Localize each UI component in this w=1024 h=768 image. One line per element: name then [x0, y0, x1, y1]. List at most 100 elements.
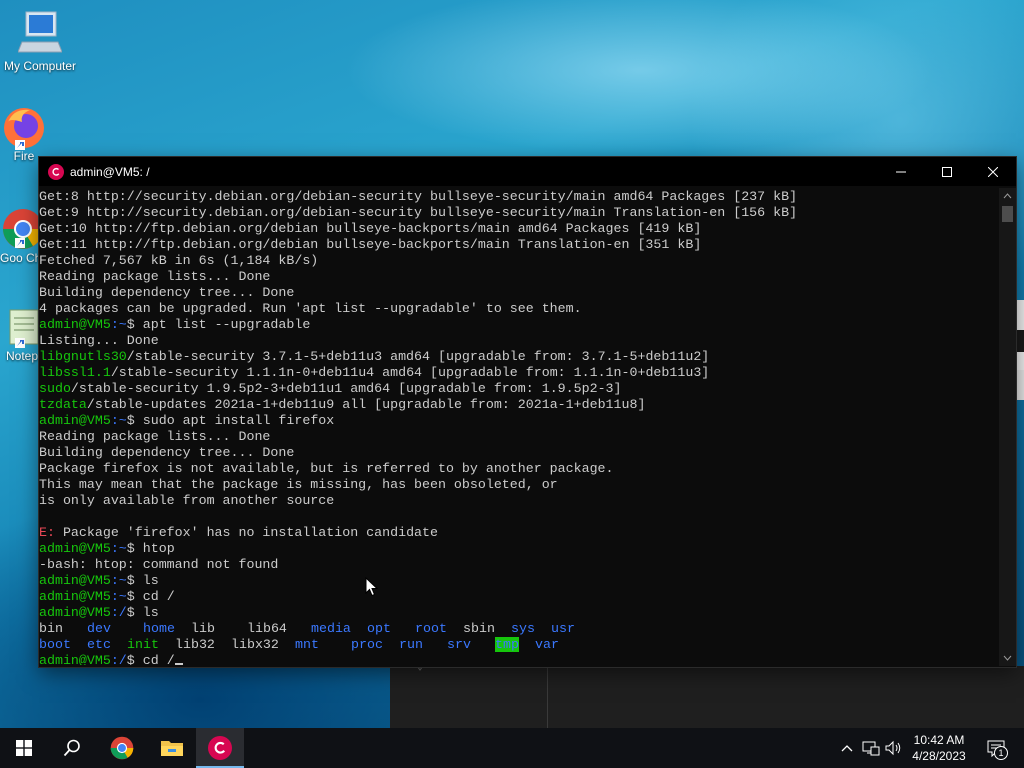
- ls-entry: mnt: [295, 637, 319, 652]
- prompt-path: :/: [110, 605, 127, 620]
- ls-entry: boot: [39, 637, 71, 652]
- prompt-user: admin@VM5: [39, 605, 111, 620]
- ls-entry-highlighted: tmp: [495, 637, 519, 652]
- desktop-icon-my-computer[interactable]: My Computer: [0, 10, 80, 73]
- chevron-up-icon: [841, 745, 853, 752]
- prompt-command: $ cd /: [126, 589, 175, 604]
- ls-entry: var: [535, 637, 559, 652]
- ls-entry: lib64: [247, 621, 287, 636]
- ls-entry: sys: [511, 621, 535, 636]
- package-line: sudo/stable-security 1.9.5p2-3+deb11u1 a…: [39, 381, 999, 397]
- search-button[interactable]: [48, 728, 96, 768]
- ls-entry: lib32: [175, 637, 215, 652]
- start-button[interactable]: [0, 728, 48, 768]
- prompt-user: admin@VM5: [39, 589, 111, 604]
- clock-time: 10:42 AM: [913, 733, 965, 747]
- prompt-path: :~: [110, 541, 127, 556]
- maximize-icon: [942, 166, 952, 177]
- chevron-down-icon: [1003, 655, 1012, 661]
- ls-output-row: bin dev home lib lib64 media opt root sbin sys usr: [39, 621, 999, 637]
- terminal-line: Reading package lists... Done: [39, 429, 271, 444]
- prompt-command: $ htop: [126, 541, 175, 556]
- prompt-user: admin@VM5: [39, 541, 111, 556]
- window-controls: [878, 157, 1016, 186]
- taskbar-debian-terminal[interactable]: [196, 728, 244, 768]
- ls-entry: init: [127, 637, 159, 652]
- background-window-edge-light: [1016, 370, 1024, 400]
- package-line: tzdata/stable-updates 2021a-1+deb11u9 al…: [39, 397, 999, 413]
- background-window-divider: [547, 666, 548, 728]
- error-line: E: Package 'firefox' has no installation…: [39, 525, 999, 541]
- prompt-line: admin@VM5:/$ cd /: [39, 653, 999, 665]
- package-details: /stable-security 1.9.5p2-3+deb11u1 amd64…: [70, 381, 622, 396]
- ls-entry: bin: [39, 621, 63, 636]
- prompt-path: :~: [110, 317, 127, 332]
- terminal-output[interactable]: Get:8 http://security.debian.org/debian-…: [39, 189, 999, 665]
- prompt-path: :~: [110, 589, 127, 604]
- prompt-line: admin@VM5:~$ apt list --upgradable: [39, 317, 999, 333]
- notification-count-badge: 1: [994, 746, 1008, 760]
- terminal-line: is only available from another source: [39, 493, 335, 508]
- windows-icon: [16, 740, 32, 756]
- desktop-icon-firefox[interactable]: Fire: [0, 104, 48, 163]
- folder-icon: [161, 741, 183, 756]
- terminal-line: Listing... Done: [39, 333, 159, 348]
- chrome-icon: [110, 736, 134, 760]
- prompt-line: admin@VM5:~$ sudo apt install firefox: [39, 413, 999, 429]
- package-details: /stable-security 3.7.1-5+deb11u3 amd64 […: [126, 349, 710, 364]
- prompt-command: $ ls: [126, 605, 159, 620]
- prompt-line: admin@VM5:~$ ls: [39, 573, 999, 589]
- package-name: libgnutls30: [39, 349, 127, 364]
- terminal-line: Reading package lists... Done: [39, 269, 271, 284]
- ls-entry: usr: [551, 621, 575, 636]
- network-button[interactable]: [860, 728, 882, 768]
- prompt-command: $ apt list --upgradable: [126, 317, 311, 332]
- ls-entry: srv: [447, 637, 471, 652]
- prompt-user: admin@VM5: [39, 413, 111, 428]
- package-line: libgnutls30/stable-security 3.7.1-5+deb1…: [39, 349, 999, 365]
- ls-entry: home: [143, 621, 175, 636]
- ls-entry: media: [311, 621, 351, 636]
- terminal-line: Building dependency tree... Done: [39, 285, 295, 300]
- show-hidden-icons-button[interactable]: [838, 728, 856, 768]
- volume-button[interactable]: [884, 728, 904, 768]
- terminal-line: Get:11 http://ftp.debian.org/debian bull…: [39, 237, 702, 252]
- terminal-titlebar[interactable]: admin@VM5: /: [39, 157, 1016, 186]
- minimize-button[interactable]: [878, 157, 924, 186]
- terminal-line: Package firefox is not available, but is…: [39, 461, 614, 476]
- scroll-down-button[interactable]: [999, 650, 1016, 666]
- terminal-window[interactable]: admin@VM5: / Get:8 http://security.debia…: [39, 157, 1016, 667]
- ls-entry-wrapper: tmp: [495, 637, 535, 653]
- computer-icon: [17, 11, 63, 53]
- terminal-line: This may mean that the package is missin…: [39, 477, 558, 492]
- prompt-line: admin@VM5:~$ cd /: [39, 589, 999, 605]
- taskbar-clock[interactable]: 10:42 AM 4/28/2023: [905, 732, 973, 764]
- clock-date: 4/28/2023: [912, 749, 966, 763]
- close-button[interactable]: [970, 157, 1016, 186]
- scrollbar-thumb[interactable]: [1002, 206, 1013, 222]
- taskbar: 10:42 AM 4/28/2023: [0, 728, 1024, 768]
- firefox-icon: [4, 108, 44, 150]
- prompt-user: admin@VM5: [39, 573, 111, 588]
- ls-entry: sbin: [463, 621, 495, 636]
- terminal-scrollbar[interactable]: [999, 188, 1016, 666]
- prompt-command: $ ls: [126, 573, 159, 588]
- package-details: /stable-security 1.1.1n-0+deb11u4 amd64 …: [110, 365, 710, 380]
- terminal-line: Get:9 http://security.debian.org/debian-…: [39, 205, 798, 220]
- taskbar-file-explorer[interactable]: [148, 728, 196, 768]
- terminal-line: -bash: htop: command not found: [39, 557, 279, 572]
- network-icon: [862, 741, 880, 756]
- desktop-icon-notepad[interactable]: Notep: [0, 306, 44, 363]
- ls-output-row: boot etc init lib32 libx32 mnt proc run srv tmp va…: [39, 637, 999, 653]
- scroll-up-button[interactable]: [999, 188, 1016, 204]
- maximize-button[interactable]: [924, 157, 970, 186]
- package-name: tzdata: [39, 397, 87, 412]
- ls-entry: etc: [87, 637, 111, 652]
- notepad-icon: [9, 309, 39, 348]
- taskbar-chrome[interactable]: [98, 728, 146, 768]
- package-name: libssl1.1: [39, 365, 111, 380]
- ls-entry: dev: [87, 621, 111, 636]
- background-window[interactable]: [390, 665, 1024, 728]
- prompt-user: admin@VM5: [39, 317, 111, 332]
- package-name: sudo: [39, 381, 71, 396]
